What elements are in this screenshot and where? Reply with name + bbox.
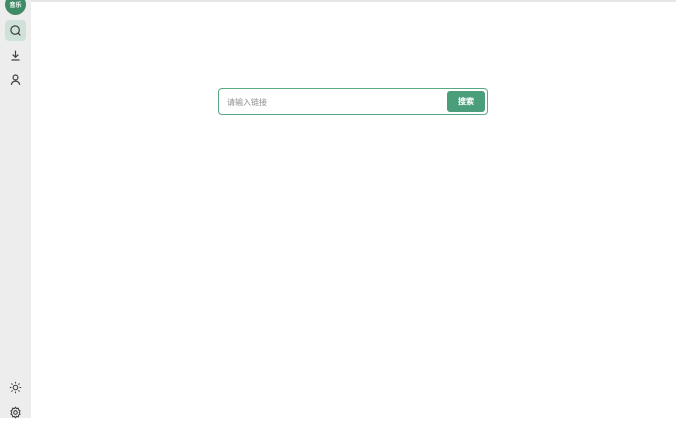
sidebar-item-user[interactable] bbox=[5, 69, 26, 90]
sidebar-item-download[interactable] bbox=[5, 45, 26, 66]
search-bar: 搜索 bbox=[218, 88, 488, 115]
theme-toggle[interactable] bbox=[5, 377, 26, 398]
app-logo[interactable]: 音乐 bbox=[5, 0, 26, 15]
sidebar-item-search[interactable] bbox=[5, 20, 26, 41]
gear-icon bbox=[10, 406, 21, 419]
top-border bbox=[31, 0, 676, 2]
link-input[interactable] bbox=[225, 93, 451, 112]
user-icon bbox=[10, 74, 21, 85]
download-icon bbox=[11, 50, 20, 61]
sun-icon bbox=[9, 381, 22, 394]
search-icon bbox=[10, 25, 21, 36]
sidebar: 音乐 bbox=[0, 0, 31, 419]
settings-button[interactable] bbox=[5, 402, 26, 423]
search-button[interactable]: 搜索 bbox=[447, 91, 485, 112]
